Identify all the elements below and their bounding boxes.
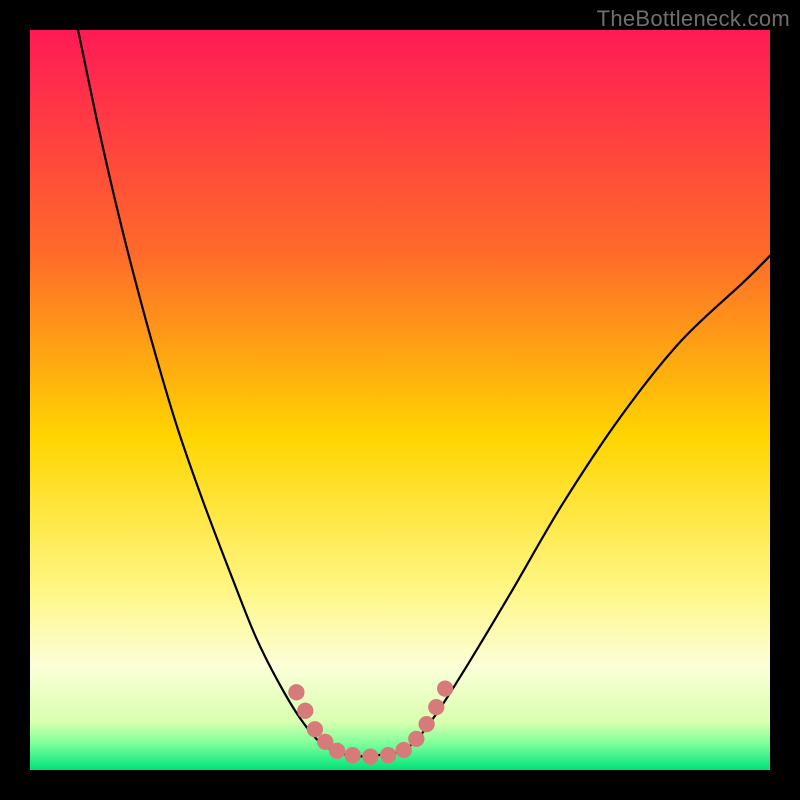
- valley-dot: [297, 703, 313, 719]
- valley-dot: [307, 721, 323, 737]
- valley-dot: [396, 742, 412, 758]
- valley-dot: [419, 716, 435, 732]
- valley-dot: [288, 684, 304, 700]
- valley-dot: [428, 699, 444, 715]
- valley-dot: [408, 731, 424, 747]
- chart-background: [30, 30, 770, 770]
- watermark-text: TheBottleneck.com: [597, 6, 790, 32]
- valley-dot: [329, 743, 345, 759]
- valley-dot: [345, 747, 361, 763]
- plot-area: [30, 30, 770, 770]
- valley-dot: [362, 749, 378, 765]
- valley-dot: [437, 680, 453, 696]
- chart-frame: TheBottleneck.com: [0, 0, 800, 800]
- valley-dot: [380, 747, 396, 763]
- chart-svg: [30, 30, 770, 770]
